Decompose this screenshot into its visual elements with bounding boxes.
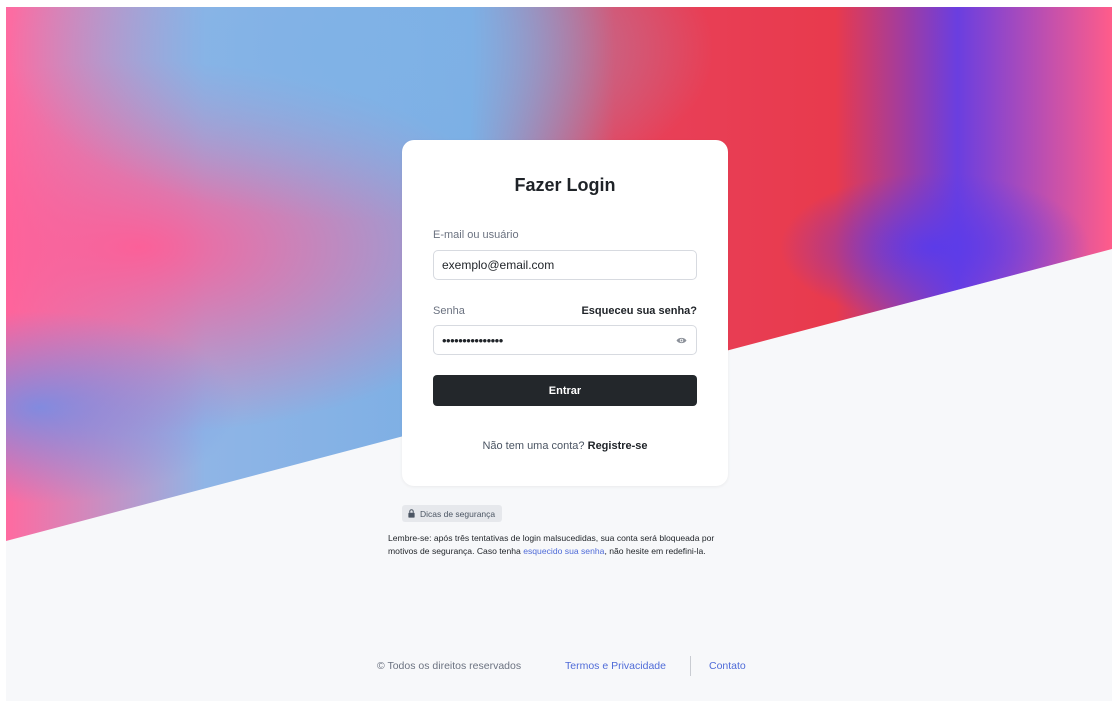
login-title: Fazer Login xyxy=(514,175,616,195)
login-submit-button[interactable]: Entrar xyxy=(433,375,697,406)
email-label: E-mail ou usuário xyxy=(433,229,519,241)
signup-link[interactable]: Registre-se xyxy=(588,440,648,452)
signup-row: Não tem uma conta? Registre-se xyxy=(402,440,728,452)
signup-prompt: Não tem uma conta? xyxy=(482,440,585,452)
login-page: Fazer Login E-mail ou usuário Senha Esqu… xyxy=(6,7,1112,701)
email-field-box xyxy=(433,250,697,280)
security-tips-text-end: , não hesite em redefini-la. xyxy=(604,546,706,556)
password-label: Senha xyxy=(433,305,465,317)
password-field[interactable]: ••••••••••••••• xyxy=(433,325,697,355)
lock-icon xyxy=(408,509,415,518)
security-tips-badge: Dicas de segurança xyxy=(402,505,503,522)
security-tips-label: Dicas de segurança xyxy=(420,508,496,519)
email-field[interactable] xyxy=(434,251,696,279)
login-card: Fazer Login E-mail ou usuário Senha Esqu… xyxy=(402,140,728,486)
footer-contact-link[interactable]: Contato xyxy=(709,660,746,672)
security-tips-reset-link[interactable]: esquecido sua senha xyxy=(523,546,604,556)
footer-divider xyxy=(690,656,691,676)
eye-icon[interactable] xyxy=(676,336,687,345)
security-tips-text: Lembre-se: após três tentativas de login… xyxy=(388,532,738,558)
password-masked-value: ••••••••••••••• xyxy=(442,333,503,348)
footer-terms-link[interactable]: Termos e Privacidade xyxy=(565,660,666,672)
forgot-password-link[interactable]: Esqueceu sua senha? xyxy=(581,305,697,317)
footer-copyright: © Todos os direitos reservados xyxy=(377,660,522,672)
